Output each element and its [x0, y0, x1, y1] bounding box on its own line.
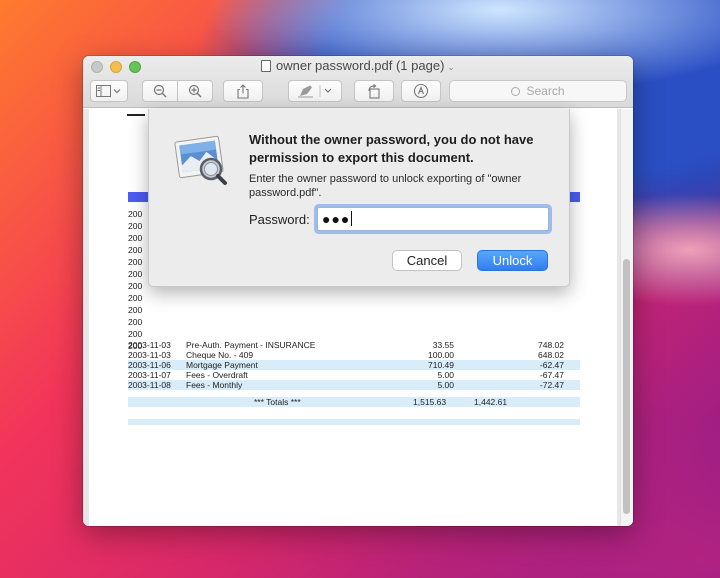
hidden-row-stub: 200 [128, 269, 143, 279]
highlighter-icon [298, 85, 332, 98]
table-row: 2003-11-06 Mortgage Payment 710.49 -62.4… [128, 360, 580, 370]
table-row: 2003-11-03 Cheque No. - 409 100.00 648.0… [128, 350, 564, 360]
rotate-button[interactable] [354, 80, 394, 102]
dialog-title: Without the owner password, you do not h… [249, 132, 534, 165]
zoom-in-button[interactable] [177, 80, 213, 102]
hidden-row-stub: 200 [128, 209, 143, 219]
password-field[interactable]: ●●● [317, 207, 549, 231]
share-button[interactable] [223, 80, 263, 102]
unlock-button[interactable]: Unlock [477, 250, 548, 271]
zoom-in-icon [188, 84, 202, 98]
hidden-row-stub: 200 [128, 221, 143, 231]
password-value: ●●● [322, 211, 351, 227]
dialog-message: Enter the owner password to unlock expor… [249, 173, 522, 199]
search-placeholder: Search [526, 84, 565, 98]
chevron-down-icon: ⌄ [447, 62, 455, 72]
window-title[interactable]: owner password.pdf (1 page) ⌄ [83, 58, 633, 73]
scrollbar-thumb[interactable] [623, 259, 630, 514]
totals-row: *** Totals *** 1,515.63 1,442.61 [128, 397, 580, 407]
rotate-icon [368, 83, 380, 99]
hidden-row-stub: 200 [128, 233, 143, 243]
cancel-button[interactable]: Cancel [392, 250, 462, 271]
hidden-row-stub: 200 [128, 257, 143, 267]
hidden-row-stub: 200 [128, 293, 143, 303]
text-caret [351, 211, 353, 226]
hidden-row-stub: 200 [128, 281, 143, 291]
search-icon [511, 86, 521, 96]
table-row: 2003-11-08 Fees - Monthly 5.00 -72.47 [128, 380, 580, 390]
hidden-row-stub: 200 [128, 329, 143, 339]
zoom-out-icon [153, 84, 167, 98]
pdf-document-icon [261, 60, 272, 72]
search-field[interactable]: Search [449, 80, 627, 102]
table-footer-bar [128, 419, 580, 425]
totals-debit: 1,515.63 [413, 397, 447, 407]
title-bar[interactable]: owner password.pdf (1 page) ⌄ Search [83, 56, 633, 108]
window-title-text: owner password.pdf (1 page) [276, 58, 445, 73]
table-row: 2003-11-07 Fees - Overdraft 5.00 -67.47 [128, 370, 564, 380]
hidden-row-stub: 200 [128, 245, 143, 255]
markup-pen-icon [413, 83, 429, 99]
page-heading-rule [127, 114, 145, 116]
sidebar-icon [96, 85, 121, 97]
hidden-row-stub: 200 [128, 317, 143, 327]
password-label: Password: [249, 212, 310, 227]
preview-window: owner password.pdf (1 page) ⌄ Search 200… [83, 56, 633, 526]
markup-button[interactable] [401, 80, 441, 102]
preview-app-icon [174, 135, 227, 185]
hidden-row-stub: 200 [128, 305, 143, 315]
table-row: 2003-11-03 Pre-Auth. Payment - INSURANCE… [128, 340, 564, 350]
share-icon [237, 83, 249, 99]
password-sheet-dialog: Without the owner password, you do not h… [148, 109, 570, 287]
totals-credit: 1,442.61 [474, 397, 508, 407]
zoom-out-button[interactable] [142, 80, 178, 102]
totals-label: *** Totals *** [254, 397, 301, 407]
sidebar-toggle-button[interactable] [90, 80, 128, 102]
highlight-button[interactable] [288, 80, 342, 102]
